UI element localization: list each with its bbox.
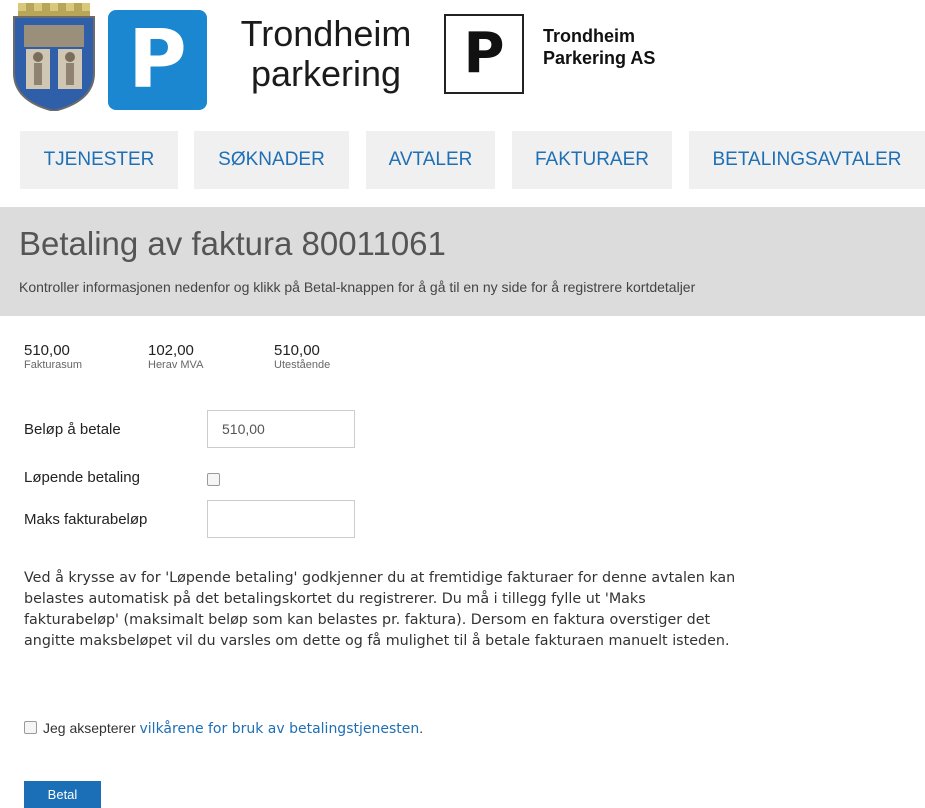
site-header: P Trondheim parkering P Trondheim Parker… — [0, 0, 925, 118]
nav-item-tjenester[interactable]: TJENESTER — [20, 131, 178, 189]
company-name-line2: Parkering AS — [543, 48, 656, 68]
recurring-payment-checkbox[interactable] — [207, 473, 220, 486]
nav-item-avtaler[interactable]: AVTALER — [366, 131, 495, 189]
parking-logo-outline: P — [444, 14, 524, 94]
brand-name: Trondheim parkering — [222, 14, 430, 94]
amount-label: Beløp å betale — [24, 421, 121, 438]
terms-acceptance: Jeg aksepterer vilkårene for bruk av bet… — [24, 720, 423, 737]
summary-label: Utestående — [274, 359, 331, 371]
amount-input[interactable] — [207, 410, 355, 448]
nav-item-soknader[interactable]: SØKNADER — [194, 131, 349, 189]
recurring-info-text: Ved å krysse av for 'Løpende betaling' g… — [24, 570, 736, 649]
company-name: Trondheim Parkering AS — [543, 25, 655, 69]
accept-terms-prefix: Jeg aksepterer — [43, 720, 136, 736]
summary-label: Herav MVA — [148, 359, 204, 371]
max-invoice-amount-label: Maks fakturabeløp — [24, 511, 148, 528]
summary-outstanding: 510,00 Utestående — [274, 343, 330, 372]
summary-invoice-total: 510,00 Fakturasum — [24, 343, 82, 372]
page-title: Betaling av faktura 80011061 — [19, 225, 446, 262]
trondheim-coat-of-arms-icon — [13, 3, 95, 111]
summary-label: Fakturasum — [24, 359, 83, 371]
page-header: Betaling av faktura 80011061 Kontroller … — [0, 207, 925, 316]
max-invoice-amount-input[interactable] — [207, 500, 355, 538]
brand-name-line2: parkering — [250, 53, 402, 94]
summary-vat: 102,00 Herav MVA — [148, 343, 203, 372]
summary-value: 510,00 — [274, 342, 320, 359]
recurring-payment-label: Løpende betaling — [24, 469, 140, 486]
parking-logo-blue: P — [108, 10, 207, 110]
company-name-line1: Trondheim — [543, 26, 636, 46]
page-subtitle: Kontroller informasjonen nedenfor og kli… — [19, 279, 696, 295]
accept-terms-checkbox[interactable] — [24, 721, 37, 734]
terms-link[interactable]: vilkårene for bruk av betalingstjenesten — [140, 721, 420, 737]
accept-terms-suffix: . — [419, 720, 424, 736]
summary-value: 510,00 — [24, 342, 70, 359]
parking-logo-letter: P — [128, 13, 187, 106]
nav-item-betalingsavtaler[interactable]: BETALINGSAVTALER — [689, 131, 925, 189]
summary-value: 102,00 — [148, 342, 194, 359]
nav-item-fakturaer[interactable]: FAKTURAER — [512, 131, 672, 189]
pay-button[interactable]: Betal — [24, 781, 101, 808]
brand-name-line1: Trondheim — [240, 13, 412, 54]
parking-logo-outline-letter: P — [463, 21, 505, 86]
main-nav: TJENESTER SØKNADER AVTALER FAKTURAER BET… — [0, 131, 925, 189]
